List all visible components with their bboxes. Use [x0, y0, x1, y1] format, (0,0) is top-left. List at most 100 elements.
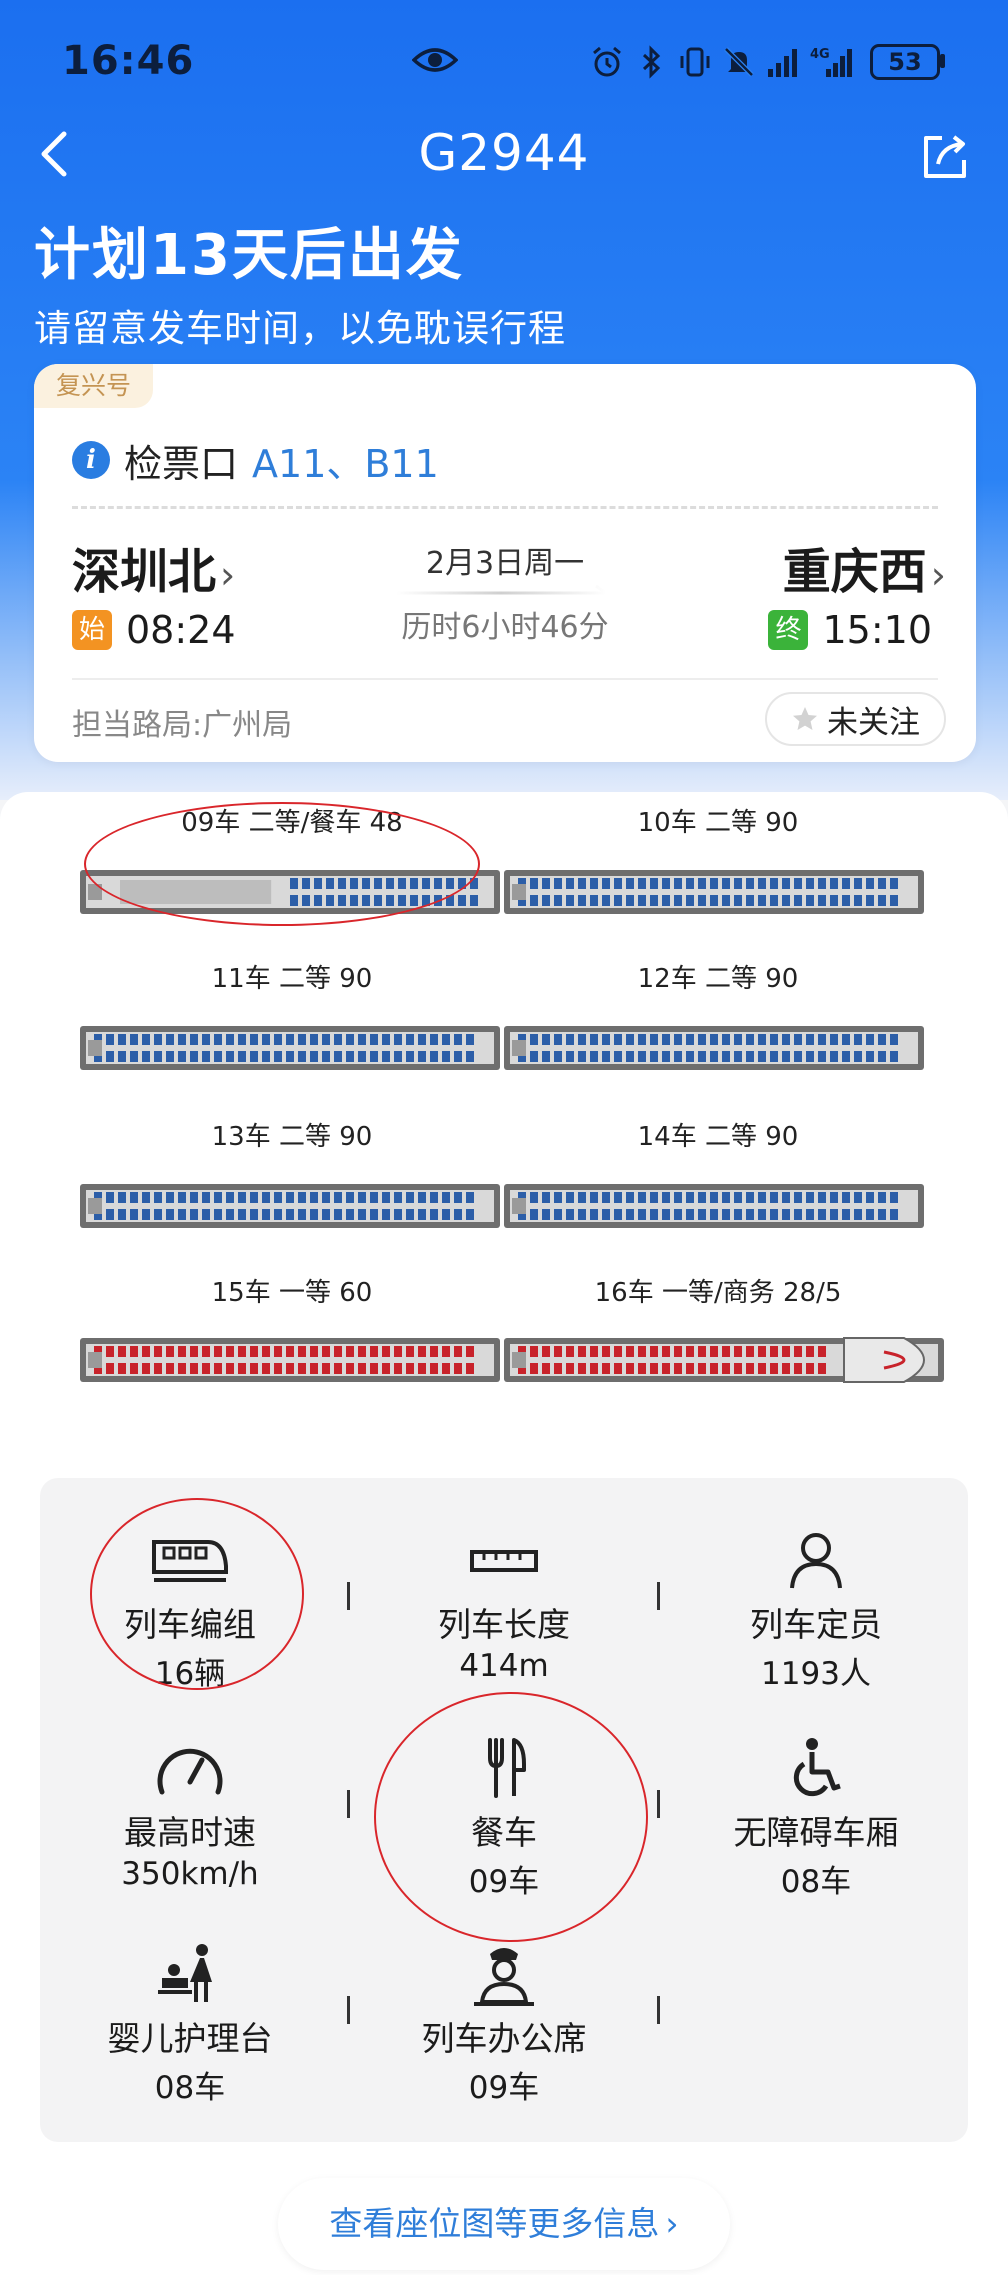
- seat: [334, 1363, 342, 1374]
- seat: [638, 878, 646, 889]
- seat: [626, 1346, 634, 1357]
- seat: [334, 1346, 342, 1357]
- seat: [626, 1051, 634, 1062]
- seat: [686, 1209, 694, 1220]
- seat: [118, 1363, 126, 1374]
- seat: [662, 1051, 670, 1062]
- seat: [250, 1209, 258, 1220]
- seat: [238, 1209, 246, 1220]
- vestibule: [88, 1198, 102, 1214]
- more-info-button[interactable]: 查看座位图等更多信息 ›: [278, 2178, 730, 2270]
- seat: [430, 1051, 438, 1062]
- nav-bar: G2944: [0, 110, 1008, 200]
- start-badge: 始: [72, 610, 112, 650]
- seat: [686, 1034, 694, 1045]
- seat: [818, 1209, 826, 1220]
- seat: [418, 1209, 426, 1220]
- seat: [178, 1363, 186, 1374]
- seat: [638, 895, 646, 906]
- seat: [794, 1051, 802, 1062]
- seat: [274, 1363, 282, 1374]
- seat: [118, 1051, 126, 1062]
- seat: [878, 878, 886, 889]
- divider: [72, 678, 938, 680]
- stat-value: 09车: [468, 2070, 540, 2106]
- seat: [818, 1346, 826, 1357]
- seat: [370, 1363, 378, 1374]
- seat: [274, 1051, 282, 1062]
- seat: [554, 1346, 562, 1357]
- seat: [202, 1209, 210, 1220]
- seat: [638, 1346, 646, 1357]
- seat: [866, 1209, 874, 1220]
- car-diagram-row: [80, 1184, 924, 1228]
- seat: [466, 1051, 474, 1062]
- seat: [442, 1192, 450, 1203]
- seat: [818, 895, 826, 906]
- seat: [358, 1034, 366, 1045]
- seat: [262, 1346, 270, 1357]
- star-icon: [793, 707, 817, 730]
- seat: [466, 1034, 474, 1045]
- seat: [746, 1034, 754, 1045]
- status-icons: 4G: [590, 42, 856, 82]
- seat: [554, 1209, 562, 1220]
- seat: [430, 1192, 438, 1203]
- seat: [310, 1209, 318, 1220]
- battery-icon: 53: [870, 44, 940, 80]
- seat: [130, 1051, 138, 1062]
- seat: [406, 1051, 414, 1062]
- seat: [442, 1209, 450, 1220]
- seat: [190, 1346, 198, 1357]
- seat: [394, 1051, 402, 1062]
- seat: [142, 1209, 150, 1220]
- seat: [614, 1346, 622, 1357]
- seat: [238, 1346, 246, 1357]
- seat: [770, 1346, 778, 1357]
- seat: [854, 1051, 862, 1062]
- gate-label: 检票口: [124, 441, 239, 486]
- seat: [830, 1034, 838, 1045]
- seat: [794, 895, 802, 906]
- seat: [650, 1363, 658, 1374]
- arrival-time-row: 终 15:10: [768, 608, 932, 652]
- seat: [310, 1034, 318, 1045]
- seat: [806, 1192, 814, 1203]
- seat: [806, 1034, 814, 1045]
- follow-button[interactable]: 未关注: [765, 692, 946, 746]
- car-label: 14车 二等 90: [637, 1122, 799, 1152]
- seat: [310, 1363, 318, 1374]
- seat: [854, 878, 862, 889]
- stat-label: 最高时速: [124, 1813, 256, 1852]
- train-car: [80, 1026, 500, 1070]
- train-stats-panel: 列车编组 16辆 列车长度 414m 列车定员 1193人 最高时速 350km…: [40, 1478, 968, 2142]
- seat: [298, 1209, 306, 1220]
- seat: [590, 1051, 598, 1062]
- seat: [130, 1209, 138, 1220]
- car-diagram-row: [80, 1026, 924, 1070]
- seat: [878, 1209, 886, 1220]
- seat: [626, 895, 634, 906]
- seat: [370, 1034, 378, 1045]
- seat: [274, 1346, 282, 1357]
- seat: [866, 895, 874, 906]
- seat: [710, 878, 718, 889]
- signal-icon: [768, 49, 797, 77]
- seat: [274, 1192, 282, 1203]
- seat: [878, 1192, 886, 1203]
- seat: [650, 1034, 658, 1045]
- share-icon[interactable]: [918, 130, 972, 184]
- info-icon: i: [72, 441, 110, 479]
- seat: [698, 1051, 706, 1062]
- seat: [154, 1192, 162, 1203]
- seat: [722, 1346, 730, 1357]
- seat: [602, 878, 610, 889]
- seat: [566, 1346, 574, 1357]
- seat: [782, 1192, 790, 1203]
- train-car: [504, 1337, 944, 1383]
- vestibule: [512, 1198, 526, 1214]
- seat: [770, 1192, 778, 1203]
- seat: [818, 878, 826, 889]
- seat: [530, 895, 538, 906]
- seat: [578, 1346, 586, 1357]
